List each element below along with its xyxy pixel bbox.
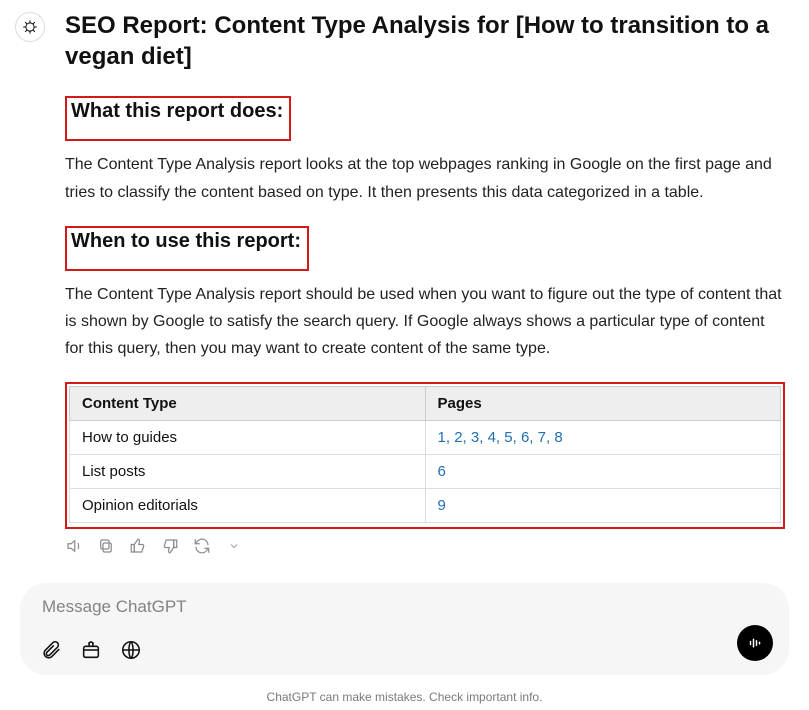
page-link[interactable]: 9 [438,497,446,514]
thumbs-up-button[interactable] [129,537,147,555]
footer-disclaimer: ChatGPT can make mistakes. Check importa… [0,690,809,704]
pages-cell: 9 [425,489,781,523]
th-content-type: Content Type [70,387,426,421]
section2-heading: When to use this report: [71,230,301,253]
content-type-cell: List posts [70,455,426,489]
assistant-message: SEO Report: Content Type Analysis for [H… [65,10,785,529]
page-link[interactable]: 3 [471,429,479,446]
table-row: How to guides1, 2, 3, 4, 5, 6, 7, 8 [70,421,781,455]
page-link[interactable]: 8 [554,429,562,446]
message-actions [65,537,790,555]
pages-cell: 1, 2, 3, 4, 5, 6, 7, 8 [425,421,781,455]
section1-heading: What this report does: [71,100,283,123]
table-row: Opinion editorials 9 [70,489,781,523]
highlight-section2-heading: When to use this report: [65,226,309,271]
page-link[interactable]: 1 [438,429,446,446]
voice-button[interactable] [737,625,773,661]
openai-icon [21,18,39,36]
composer[interactable]: Message ChatGPT [20,583,789,675]
read-aloud-button[interactable] [65,537,83,555]
copy-button[interactable] [97,537,115,555]
section1-body: The Content Type Analysis report looks a… [65,151,785,205]
section2-body: The Content Type Analysis report should … [65,281,785,363]
content-type-cell: Opinion editorials [70,489,426,523]
page-link[interactable]: 4 [488,429,496,446]
content-type-cell: How to guides [70,421,426,455]
attach-button[interactable] [40,639,62,661]
page-link[interactable]: 7 [538,429,546,446]
assistant-avatar [15,12,45,42]
table-row: List posts 6 [70,455,781,489]
tools-button[interactable] [80,639,102,661]
composer-input[interactable]: Message ChatGPT [42,597,729,617]
more-actions-button[interactable] [225,537,243,555]
content-type-table: Content Type Pages How to guides1, 2, 3,… [69,386,781,523]
web-button[interactable] [120,639,142,661]
report-title: SEO Report: Content Type Analysis for [H… [65,10,785,72]
page-link[interactable]: 6 [438,463,446,480]
thumbs-down-button[interactable] [161,537,179,555]
regenerate-button[interactable] [193,537,211,555]
th-pages: Pages [425,387,781,421]
highlight-table: Content Type Pages How to guides1, 2, 3,… [65,382,785,529]
composer-tools [40,639,142,661]
pages-cell: 6 [425,455,781,489]
highlight-section1-heading: What this report does: [65,96,291,141]
page-link[interactable]: 2 [454,429,462,446]
page-link[interactable]: 5 [504,429,512,446]
